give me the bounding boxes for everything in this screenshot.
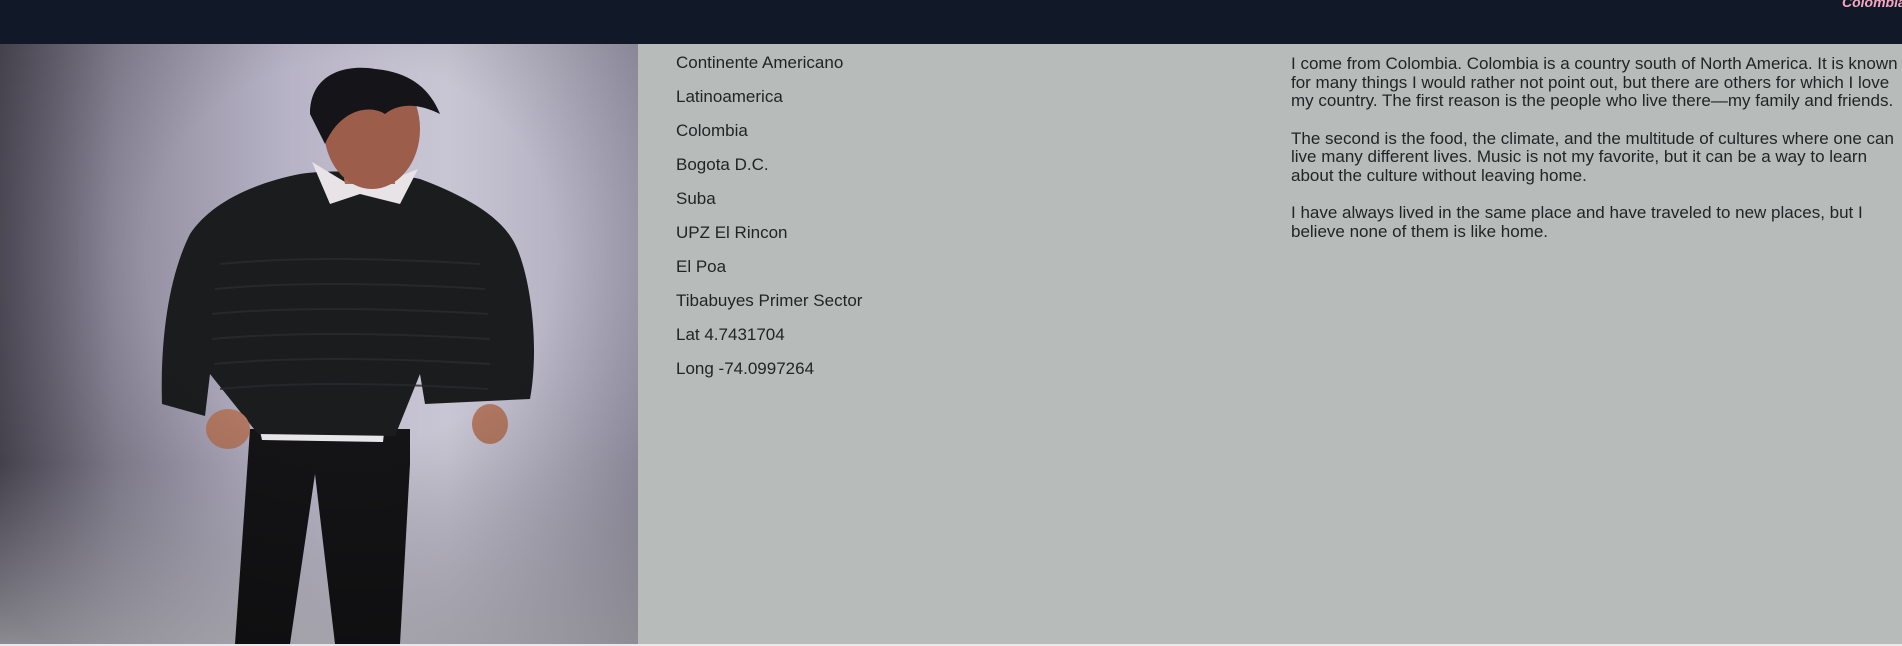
story-text: I come from Colombia. Colombia is a coun… (1291, 54, 1902, 260)
story-paragraph: The second is the food, the climate, and… (1291, 128, 1894, 185)
place-item-sector: Tibabuyes Primer Sector (676, 291, 863, 310)
brand-container: Colombia (1842, 0, 1902, 14)
place-item-country: Colombia (676, 121, 748, 140)
place-item-upz: UPZ El Rincon (676, 223, 788, 242)
place-item-capital: Bogota D.C. (676, 155, 769, 174)
story-paragraph: I have always lived in the same place an… (1291, 203, 1863, 241)
place-item-region: Latinoamerica (676, 87, 783, 106)
place-item-locality: Suba (676, 189, 716, 208)
place-item-latitude: Lat 4.7431704 (676, 325, 785, 344)
place-item-longitude: Long -74.0997264 (676, 359, 815, 378)
person-photo-icon (0, 44, 638, 644)
place-list: Continente Americano Latinoamerica Colom… (676, 46, 862, 386)
portrait-photo (0, 44, 638, 644)
brand-link[interactable]: Colombia (1842, 0, 1902, 10)
top-bar: Colombia (0, 0, 1902, 44)
place-item-continent: Continente Americano (676, 53, 844, 72)
place-item-neighborhood: El Poa (676, 257, 727, 276)
story-paragraph: I come from Colombia. Colombia is a coun… (1291, 54, 1898, 110)
